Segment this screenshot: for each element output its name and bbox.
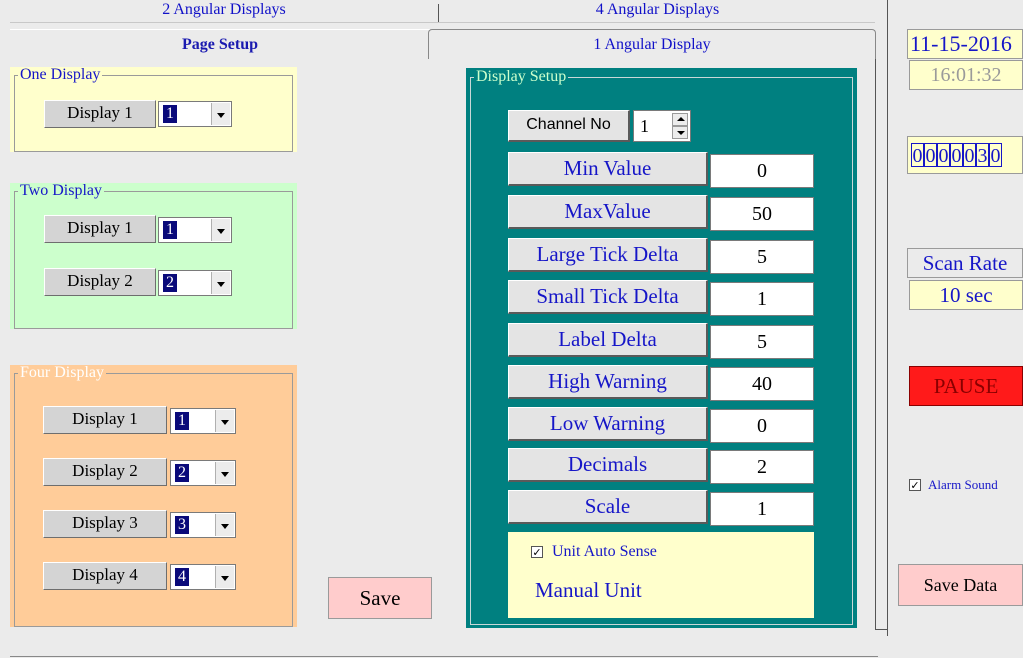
scale-input[interactable]: 1 bbox=[710, 492, 814, 526]
high-warning-label: High Warning bbox=[508, 365, 708, 399]
save-button[interactable]: Save bbox=[328, 577, 432, 619]
unit-auto-sense-label: Unit Auto Sense bbox=[552, 543, 657, 560]
group-legend: Two Display bbox=[18, 182, 104, 199]
selected-value: 4 bbox=[175, 568, 189, 586]
group-legend: Four Display bbox=[18, 364, 106, 381]
channel-no-label: Channel No bbox=[508, 110, 630, 142]
high-warning-input[interactable]: 40 bbox=[710, 367, 814, 401]
display-2-select[interactable]: 2 bbox=[158, 270, 232, 296]
chevron-down-icon[interactable] bbox=[215, 410, 234, 432]
alarm-sound-label: Alarm Sound bbox=[928, 477, 998, 492]
counter-digit: 0 bbox=[950, 143, 963, 167]
spin-up-icon[interactable] bbox=[672, 113, 688, 126]
counter-digit: 0 bbox=[963, 143, 976, 167]
scan-rate-label: Scan Rate bbox=[907, 248, 1023, 278]
display-1-select[interactable]: 1 bbox=[158, 101, 232, 127]
display-1-select[interactable]: 1 bbox=[158, 217, 232, 243]
unit-panel: ✓ Unit Auto Sense Manual Unit bbox=[508, 532, 814, 618]
selected-value: 2 bbox=[175, 464, 189, 482]
content-bottom-line bbox=[875, 629, 887, 630]
tab-4-angular-displays[interactable]: 4 Angular Displays bbox=[440, 0, 875, 22]
selected-value: 1 bbox=[163, 105, 177, 123]
counter-digits: 0 0 0 0 0 3 0 bbox=[911, 143, 1002, 167]
display-setup-group: Display Setup Channel No 1 Min Value 0 M… bbox=[466, 68, 857, 628]
group-legend: One Display bbox=[18, 66, 103, 83]
display-4-select[interactable]: 4 bbox=[170, 564, 236, 590]
spin-down-icon[interactable] bbox=[672, 126, 688, 139]
tab-separator bbox=[438, 4, 439, 22]
group-frame bbox=[14, 191, 293, 329]
content-divider bbox=[875, 59, 876, 629]
large-tick-delta-input[interactable]: 5 bbox=[710, 240, 814, 274]
display-4-label: Display 4 bbox=[43, 562, 167, 590]
channel-no-value: 1 bbox=[640, 116, 649, 136]
display-1-select[interactable]: 1 bbox=[170, 408, 236, 434]
pause-button[interactable]: PAUSE bbox=[909, 366, 1023, 406]
counter-digit: 3 bbox=[976, 143, 989, 167]
scale-label: Scale bbox=[508, 490, 708, 524]
display-3-label: Display 3 bbox=[43, 510, 167, 538]
selected-value: 1 bbox=[163, 221, 177, 239]
display-1-label: Display 1 bbox=[44, 215, 156, 243]
low-warning-input[interactable]: 0 bbox=[710, 409, 814, 443]
display-1-label: Display 1 bbox=[43, 406, 167, 434]
scan-rate-value[interactable]: 10 sec bbox=[909, 280, 1023, 310]
min-value-input[interactable]: 0 bbox=[710, 154, 814, 188]
max-value-input[interactable]: 50 bbox=[710, 197, 814, 231]
counter-digit: 0 bbox=[924, 143, 937, 167]
counter-digit: 0 bbox=[989, 143, 1002, 167]
date-display: 11-15-2016 bbox=[907, 29, 1023, 59]
two-display-group: Two Display Display 1 1 Display 2 2 bbox=[10, 183, 297, 329]
counter-display: 0 0 0 0 0 3 0 bbox=[907, 136, 1023, 174]
channel-no-spinner[interactable]: 1 bbox=[633, 110, 691, 142]
alarm-sound-checkbox[interactable]: ✓ bbox=[909, 479, 921, 491]
chevron-down-icon[interactable] bbox=[215, 462, 234, 484]
chevron-down-icon[interactable] bbox=[215, 566, 234, 588]
one-display-group: One Display Display 1 1 bbox=[10, 67, 297, 152]
content-bottom-line-left bbox=[10, 656, 878, 657]
display-1-label: Display 1 bbox=[44, 100, 156, 128]
display-3-select[interactable]: 3 bbox=[170, 512, 236, 538]
save-data-button[interactable]: Save Data bbox=[898, 564, 1023, 606]
manual-unit-label[interactable]: Manual Unit bbox=[535, 577, 642, 603]
window-divider bbox=[887, 0, 888, 636]
selected-value: 3 bbox=[175, 516, 189, 534]
counter-digit: 0 bbox=[911, 143, 924, 167]
large-tick-delta-label: Large Tick Delta bbox=[508, 238, 708, 272]
small-tick-delta-label: Small Tick Delta bbox=[508, 280, 708, 314]
tab-strip: 2 Angular Displays 4 Angular Displays Pa… bbox=[0, 0, 885, 60]
decimals-input[interactable]: 2 bbox=[710, 450, 814, 484]
decimals-label: Decimals bbox=[508, 448, 708, 482]
tab-2-angular-displays[interactable]: 2 Angular Displays bbox=[10, 0, 438, 22]
four-display-group: Four Display Display 1 1 Display 2 2 Dis… bbox=[10, 365, 297, 627]
unit-auto-sense-checkbox[interactable]: ✓ bbox=[531, 546, 543, 558]
display-2-label: Display 2 bbox=[44, 268, 156, 296]
label-delta-input[interactable]: 5 bbox=[710, 325, 814, 359]
counter-digit: 0 bbox=[937, 143, 950, 167]
selected-value: 2 bbox=[163, 274, 177, 292]
tab-1-angular-display[interactable]: 1 Angular Display bbox=[428, 29, 876, 59]
label-delta-label: Label Delta bbox=[508, 323, 708, 357]
chevron-down-icon[interactable] bbox=[211, 219, 230, 241]
max-value-label: MaxValue bbox=[508, 195, 708, 229]
selected-value: 1 bbox=[175, 412, 189, 430]
chevron-down-icon[interactable] bbox=[211, 103, 230, 125]
display-2-select[interactable]: 2 bbox=[170, 460, 236, 486]
tab-separator bbox=[10, 22, 875, 23]
low-warning-label: Low Warning bbox=[508, 407, 708, 441]
group-legend: Display Setup bbox=[474, 68, 569, 85]
chevron-down-icon[interactable] bbox=[215, 514, 234, 536]
min-value-label: Min Value bbox=[508, 152, 708, 186]
display-2-label: Display 2 bbox=[43, 458, 167, 486]
small-tick-delta-input[interactable]: 1 bbox=[710, 282, 814, 316]
time-display: 16:01:32 bbox=[909, 60, 1023, 90]
chevron-down-icon[interactable] bbox=[211, 272, 230, 294]
tab-page-setup[interactable]: Page Setup bbox=[10, 29, 430, 59]
